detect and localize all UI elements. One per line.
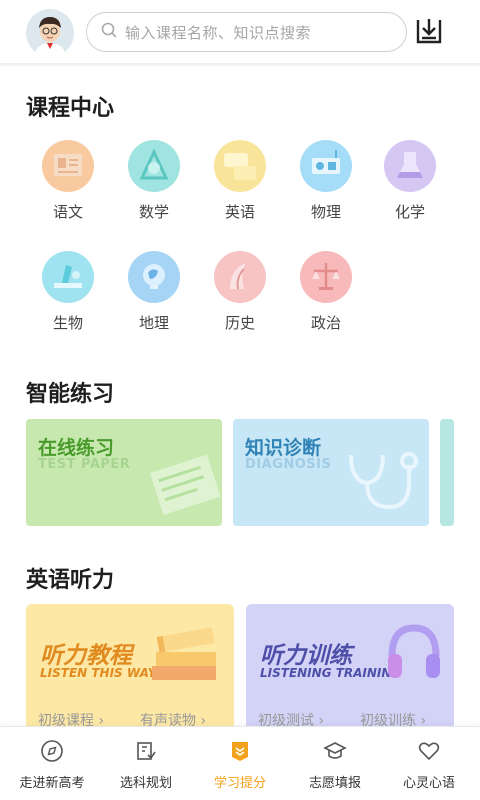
plan-icon bbox=[137, 742, 156, 760]
knowledge-diagnosis-card[interactable]: 知识诊断 DIAGNOSIS bbox=[233, 419, 429, 526]
card-subtitle: LISTEN THIS WAY bbox=[40, 666, 157, 680]
subject-label: 历史 bbox=[224, 314, 255, 332]
english-icon bbox=[214, 140, 266, 192]
subject-politics[interactable]: 政治 bbox=[286, 251, 366, 333]
course-center-title: 课程中心 bbox=[26, 96, 115, 121]
subject-label: 化学 bbox=[394, 203, 425, 221]
nav-item-new-gaokao[interactable]: 走进新高考 bbox=[4, 727, 100, 800]
listening-tutorial-card[interactable]: 听力教程 LISTEN THIS WAY 初级课程 › 有声读物 › bbox=[26, 604, 234, 730]
subject-history[interactable]: 历史 bbox=[200, 251, 280, 333]
nav-item-subject-planning[interactable]: 选科规划 bbox=[98, 727, 194, 800]
search-icon bbox=[101, 22, 117, 42]
subject-chinese[interactable]: 语文 bbox=[28, 140, 108, 222]
subject-english[interactable]: 英语 bbox=[200, 140, 280, 222]
subject-label: 政治 bbox=[310, 314, 341, 332]
avatar[interactable] bbox=[26, 9, 74, 57]
test-paper-illustration bbox=[149, 454, 221, 515]
books-icon bbox=[152, 627, 216, 680]
subject-geography[interactable]: 地理 bbox=[114, 251, 194, 333]
nav-label: 选科规划 bbox=[119, 776, 172, 791]
nav-label: 志愿填报 bbox=[308, 776, 361, 791]
search-placeholder: 输入课程名称、知识点搜索 bbox=[125, 23, 312, 42]
chemistry-icon bbox=[384, 140, 436, 192]
online-practice-card[interactable]: 在线练习 TEST PAPER bbox=[26, 419, 222, 526]
main-content[interactable]: 课程中心 语文 数学 英语 物理 化学 生物 地理 历史 政治 智能练习 在线练… bbox=[0, 66, 480, 800]
subject-label: 生物 bbox=[52, 314, 83, 332]
graduation-cap-icon bbox=[323, 742, 347, 759]
nav-label: 走进新高考 bbox=[19, 776, 85, 791]
card-subtitle: LISTENING TRAINING bbox=[260, 666, 402, 680]
english-listening-title: 英语听力 bbox=[26, 568, 115, 593]
next-practice-card[interactable] bbox=[440, 419, 454, 526]
card-title: 听力训练 bbox=[260, 643, 352, 669]
subject-label: 语文 bbox=[52, 203, 83, 221]
search-input[interactable]: 输入课程名称、知识点搜索 bbox=[86, 12, 407, 52]
physics-icon bbox=[300, 140, 352, 192]
smart-practice-title: 智能练习 bbox=[26, 382, 115, 407]
subject-chemistry[interactable]: 化学 bbox=[370, 140, 450, 222]
biology-icon bbox=[42, 251, 94, 303]
stethoscope-icon bbox=[349, 452, 418, 510]
math-icon bbox=[128, 140, 180, 192]
top-bar: 输入课程名称、知识点搜索 bbox=[0, 0, 480, 64]
listening-training-card[interactable]: 听力训练 LISTENING TRAINING 初级测试 › 初级训练 › bbox=[246, 604, 454, 730]
study-icon bbox=[232, 742, 248, 761]
download-icon[interactable] bbox=[414, 16, 444, 46]
history-icon bbox=[214, 251, 266, 303]
card-title: 在线练习 bbox=[38, 437, 115, 459]
nav-item-mental-health[interactable]: 心灵心语 bbox=[381, 727, 477, 800]
subject-label: 物理 bbox=[310, 203, 341, 221]
nav-item-application[interactable]: 志愿填报 bbox=[287, 727, 383, 800]
heart-icon bbox=[418, 742, 440, 761]
subject-math[interactable]: 数学 bbox=[114, 140, 194, 222]
card-subtitle: TEST PAPER bbox=[38, 457, 131, 472]
nav-label: 学习提分 bbox=[213, 776, 266, 791]
chinese-icon bbox=[42, 140, 94, 192]
politics-icon bbox=[300, 251, 352, 303]
geography-icon bbox=[128, 251, 180, 303]
headphones-icon bbox=[388, 624, 440, 678]
subject-label: 地理 bbox=[138, 314, 169, 332]
card-title: 听力教程 bbox=[40, 643, 132, 669]
card-title: 知识诊断 bbox=[245, 437, 322, 459]
subject-label: 英语 bbox=[224, 203, 255, 221]
compass-icon bbox=[41, 740, 63, 762]
subject-biology[interactable]: 生物 bbox=[28, 251, 108, 333]
subject-physics[interactable]: 物理 bbox=[286, 140, 366, 222]
bottom-nav: 走进新高考 选科规划 学习提分 志愿填报 心灵心语 bbox=[0, 726, 480, 800]
nav-item-study[interactable]: 学习提分 bbox=[192, 727, 288, 800]
nav-label: 心灵心语 bbox=[402, 776, 455, 791]
subject-label: 数学 bbox=[138, 203, 169, 221]
card-subtitle: DIAGNOSIS bbox=[245, 457, 332, 472]
